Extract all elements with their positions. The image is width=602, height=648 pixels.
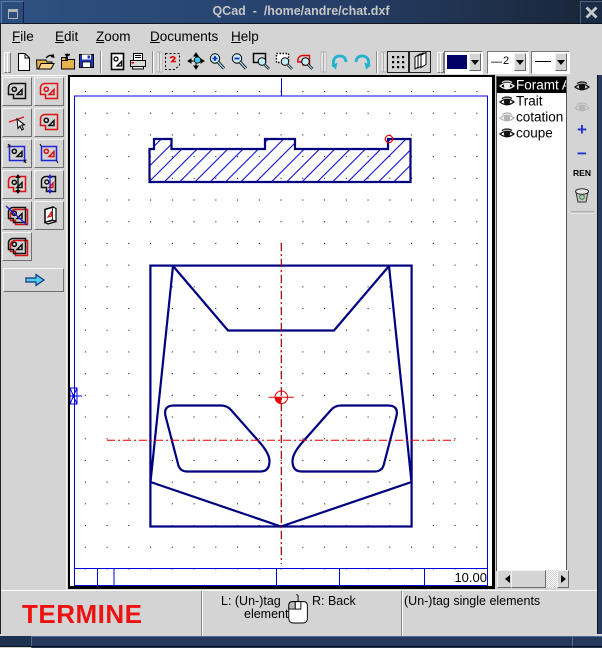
svg-text:−: − — [577, 144, 587, 163]
svg-text:+: + — [577, 120, 587, 139]
svg-text:REN: REN — [573, 168, 591, 178]
svg-text:Foramt A4: Foramt A4 — [516, 78, 566, 93]
svg-text:Trait: Trait — [516, 94, 543, 109]
svg-text:coupe: coupe — [516, 126, 553, 141]
svg-text:10.00: 10.00 — [454, 570, 487, 585]
svg-text:cotation: cotation — [516, 110, 563, 125]
